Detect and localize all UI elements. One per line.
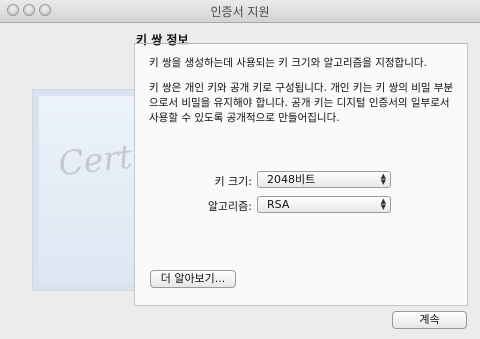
heading-divider — [134, 43, 468, 44]
learn-more-button[interactable]: 더 알아보기... — [150, 270, 236, 288]
window-title: 인증서 지원 — [210, 5, 270, 19]
section-heading: 키 쌍 정보 — [136, 33, 189, 47]
continue-button[interactable]: 계속 — [392, 311, 467, 329]
key-size-value: 2048비트 — [267, 173, 316, 186]
algorithm-popup[interactable]: RSA ▲ ▼ — [257, 196, 391, 213]
popup-arrows-icon: ▲ ▼ — [380, 172, 386, 186]
algorithm-label: 알고리즘: — [207, 200, 252, 213]
key-size-popup[interactable]: 2048비트 ▲ ▼ — [257, 171, 391, 188]
popup-arrows-icon: ▲ ▼ — [380, 197, 386, 211]
title-bar: 인증서 지원 — [0, 0, 480, 23]
algorithm-value: RSA — [267, 198, 290, 211]
key-pair-explanation-text: 키 쌍은 개인 키와 공개 키로 구성됩니다. 개인 키는 키 쌍의 비밀 부분… — [149, 82, 454, 124]
description-text: 키 쌍을 생성하는데 사용되는 키 크기와 알고리즘을 지정합니다. — [149, 57, 427, 69]
key-size-label: 키 크기: — [214, 175, 252, 188]
window-content: Certificate 키 쌍 정보 키 쌍을 생성하는데 사용되는 키 크기와… — [0, 23, 480, 339]
